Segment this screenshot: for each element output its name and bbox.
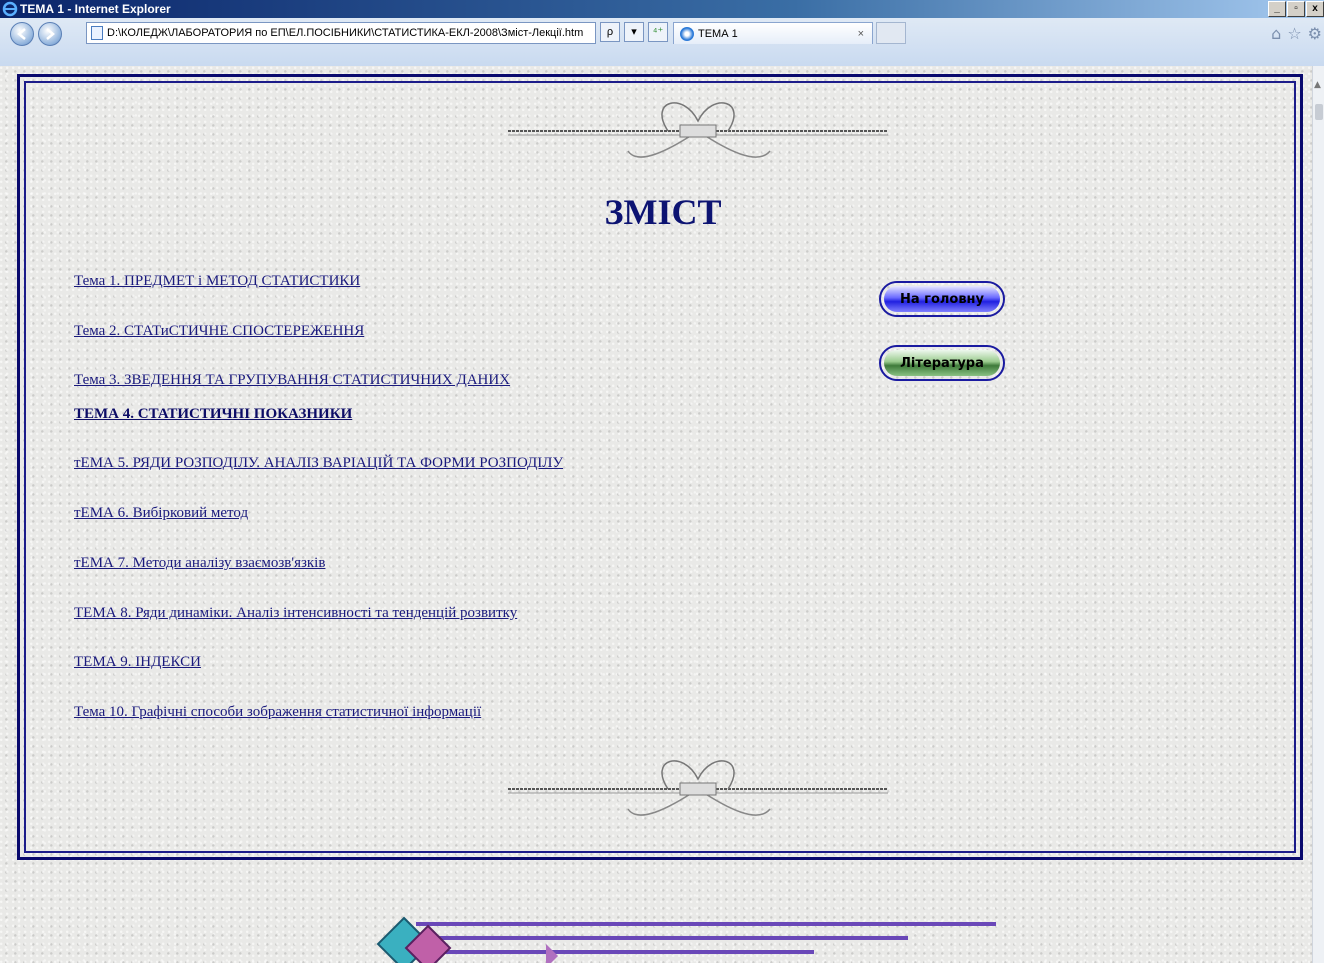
page-title: ЗМІСТ — [604, 192, 722, 232]
toc-link-10[interactable]: Тема 10. Графічні способи зображення ста… — [74, 704, 481, 721]
forward-arrow-icon — [46, 28, 55, 40]
window-controls: _ ▫ x — [1268, 1, 1324, 17]
tab-close-icon[interactable]: × — [858, 23, 864, 45]
toc-link-1[interactable]: Тема 1. ПРЕДМЕТ і МЕТОД СТАТИСТИКИ — [74, 273, 360, 290]
page-content: ЗМІСТ Тема 1. ПРЕДМЕТ і МЕТОД СТАТИСТИКИ… — [0, 66, 1312, 963]
inner-frame: ЗМІСТ Тема 1. ПРЕДМЕТ і МЕТОД СТАТИСТИКИ… — [24, 81, 1296, 853]
settings-gear-icon[interactable]: ⚙ — [1308, 24, 1322, 43]
toc-link-9[interactable]: ТЕМА 9. ІНДЕКСИ — [74, 654, 201, 671]
home-button[interactable]: На головну — [879, 281, 1005, 317]
ie-tab-icon — [680, 27, 694, 41]
back-arrow-icon — [17, 28, 26, 40]
dropdown-icon[interactable]: ▾ — [624, 22, 644, 42]
toc-link-4[interactable]: ТЕМА 4. СТАТИСТИЧНІ ПОКАЗНИКИ — [74, 406, 352, 423]
toc-link-6[interactable]: тЕМА 6. Вибірковий метод — [74, 505, 248, 522]
address-bar[interactable]: D:\КОЛЕДЖ\ЛАБОРАТОРИЯ по ЕП\ЕЛ.ПОСІБНИКИ… — [86, 22, 596, 44]
search-icon[interactable]: ρ — [600, 22, 620, 42]
home-button-label: На головну — [899, 291, 985, 307]
ornament-bottom-icon — [508, 760, 888, 816]
toc-link-5[interactable]: тЕМА 5. РЯДИ РОЗПОДІЛУ. АНАЛІЗ ВАРІАЦІЙ … — [74, 455, 563, 472]
scrollbar-thumb[interactable] — [1315, 104, 1323, 120]
toc-link-3[interactable]: Тема 3. ЗВЕДЕННЯ ТА ГРУПУВАННЯ СТАТИСТИЧ… — [74, 372, 510, 389]
toc-link-7[interactable]: тЕМА 7. Методи аналізу взаємозв'язків — [74, 555, 325, 572]
toc-link-2[interactable]: Тема 2. СТАТиСТИЧНЕ СПОСТЕРЕЖЕННЯ — [74, 323, 364, 340]
address-text: D:\КОЛЕДЖ\ЛАБОРАТОРИЯ по ЕП\ЕЛ.ПОСІБНИКИ… — [107, 27, 584, 39]
ornament-top-icon — [508, 102, 888, 158]
ie-logo-icon — [2, 1, 18, 17]
back-button[interactable] — [10, 22, 34, 46]
maximize-button[interactable]: ▫ — [1287, 1, 1305, 17]
window-title: ТЕМА 1 - Internet Explorer — [20, 2, 171, 16]
forward-button[interactable] — [38, 22, 62, 46]
tab-tema-1[interactable]: ТЕМА 1 × — [673, 22, 873, 44]
new-tab-button[interactable] — [876, 22, 906, 44]
address-tools: ρ ▾ ⁴⁺ — [600, 22, 668, 42]
close-button[interactable]: x — [1306, 1, 1324, 17]
tab-title: ТЕМА 1 — [698, 28, 738, 40]
toc-link-8[interactable]: ТЕМА 8. Ряди динаміки. Аналіз інтенсивно… — [74, 605, 517, 622]
minimize-button[interactable]: _ — [1268, 1, 1286, 17]
literature-button-label: Література — [900, 355, 984, 371]
double-border-frame: ЗМІСТ Тема 1. ПРЕДМЕТ і МЕТОД СТАТИСТИКИ… — [17, 74, 1303, 860]
refresh-icon[interactable]: ⁴⁺ — [648, 22, 668, 42]
scroll-up-icon[interactable]: ▲ — [1314, 80, 1321, 90]
navigation-bar: D:\КОЛЕДЖ\ЛАБОРАТОРИЯ по ЕП\ЕЛ.ПОСІБНИКИ… — [0, 18, 1324, 67]
page-icon — [91, 26, 103, 40]
vertical-scrollbar[interactable]: ▲ — [1312, 66, 1324, 963]
decorative-diamond-lines-icon — [376, 916, 996, 963]
literature-button[interactable]: Література — [879, 345, 1005, 381]
favorites-star-icon[interactable]: ☆ — [1287, 24, 1301, 43]
title-bar: ТЕМА 1 - Internet Explorer _ ▫ x — [0, 0, 1324, 18]
toolbar-right-icons: ⌂ ☆ ⚙ — [1271, 24, 1322, 43]
home-icon[interactable]: ⌂ — [1271, 24, 1281, 43]
